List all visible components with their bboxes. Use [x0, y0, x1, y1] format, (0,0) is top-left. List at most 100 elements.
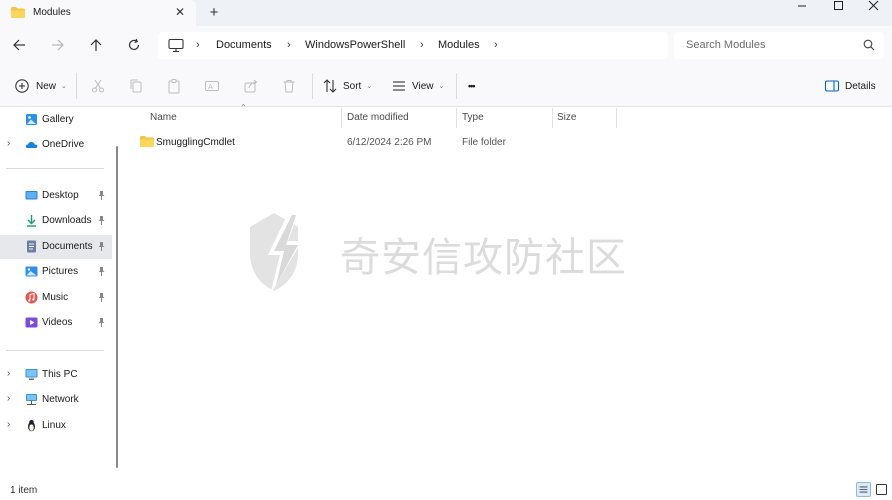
linux-icon	[28, 419, 35, 432]
view-button[interactable]: View ⌄	[391, 76, 444, 96]
view-label: View	[412, 80, 434, 92]
this-pc-icon	[25, 369, 38, 380]
sidebar-item-label: Music	[42, 292, 69, 303]
toolbar-divider	[456, 73, 457, 99]
view-list-icon	[393, 81, 405, 91]
search-icon	[863, 39, 875, 51]
toolbar-divider	[312, 73, 313, 99]
tab-title: Modules	[33, 7, 71, 18]
column-separator[interactable]	[456, 108, 457, 128]
pin-icon[interactable]	[97, 241, 106, 252]
sidebar-item-label: Gallery	[42, 114, 74, 125]
new-tab-button[interactable]: +	[205, 4, 223, 22]
see-more-button[interactable]: •••	[468, 76, 476, 96]
column-header-size[interactable]: Size	[557, 112, 576, 128]
refresh-button[interactable]	[124, 35, 144, 55]
column-separator[interactable]	[552, 108, 553, 128]
navigation-pane: Gallery › OneDrive Desktop Downloads Doc…	[0, 108, 122, 480]
pin-icon[interactable]	[97, 215, 106, 226]
up-button[interactable]	[86, 35, 106, 55]
close-window-button[interactable]	[853, 0, 892, 14]
downloads-icon	[27, 215, 36, 227]
address-bar[interactable]: › Documents › WindowsPowerShell › Module…	[158, 32, 668, 59]
watermark-text: 奇安信攻防社区	[340, 235, 627, 281]
breadcrumb-separator[interactable]: ›	[420, 39, 424, 51]
chevron-down-icon: ⌄	[61, 83, 67, 90]
maximize-button[interactable]	[818, 0, 858, 14]
sidebar-item-downloads[interactable]: Downloads	[0, 209, 112, 233]
breadcrumb-windowspowershell[interactable]: WindowsPowerShell	[305, 39, 405, 51]
column-separator[interactable]	[616, 108, 617, 128]
music-icon	[25, 291, 38, 304]
table-row[interactable]: SmugglingCmdlet 6/12/2024 2:26 PM File f…	[134, 134, 604, 152]
column-separator[interactable]	[341, 108, 342, 128]
rename-icon: A	[205, 81, 219, 91]
sidebar-item-network[interactable]: › Network	[0, 388, 112, 412]
sidebar-scrollbar[interactable]	[116, 146, 118, 468]
sort-button[interactable]: Sort ⌄	[322, 76, 372, 96]
sidebar-item-linux[interactable]: › Linux	[0, 414, 112, 438]
sidebar-item-this-pc[interactable]: › This PC	[0, 363, 112, 387]
breadcrumb-separator[interactable]: ›	[196, 39, 200, 51]
videos-icon	[25, 317, 38, 328]
details-label: Details	[845, 80, 876, 92]
folder-icon	[140, 136, 154, 147]
sidebar-item-desktop[interactable]: Desktop	[0, 184, 112, 208]
sidebar-item-onedrive[interactable]: › OneDrive	[0, 133, 112, 157]
breadcrumb-separator[interactable]: ›	[287, 39, 291, 51]
chevron-right-icon[interactable]: ›	[7, 419, 10, 430]
cut-button[interactable]	[90, 76, 106, 96]
file-name: SmugglingCmdlet	[156, 137, 235, 148]
delete-button[interactable]	[281, 76, 297, 96]
pin-icon[interactable]	[97, 292, 106, 303]
clipboard-icon	[168, 79, 180, 94]
pin-icon[interactable]	[97, 266, 106, 277]
share-button[interactable]	[243, 76, 259, 96]
sidebar-item-music[interactable]: Music	[0, 286, 112, 310]
chevron-down-icon: ⌄	[366, 83, 373, 90]
breadcrumb-documents[interactable]: Documents	[216, 39, 272, 51]
column-header-date-modified[interactable]: Date modified	[347, 112, 409, 128]
rename-button[interactable]: A	[204, 76, 220, 96]
details-pane-button[interactable]: Details	[824, 76, 876, 96]
details-pane-icon	[824, 80, 840, 92]
tiles-view-button[interactable]	[874, 482, 889, 497]
column-header-type[interactable]: Type	[462, 112, 484, 128]
sidebar-item-label: Pictures	[42, 266, 79, 277]
paste-button[interactable]	[166, 76, 182, 96]
sidebar-item-videos[interactable]: Videos	[0, 311, 112, 335]
tab-modules[interactable]: Modules ✕	[0, 0, 196, 26]
breadcrumb-modules[interactable]: Modules	[438, 39, 480, 51]
breadcrumb-separator[interactable]: ›	[494, 39, 498, 51]
sort-label: Sort	[343, 80, 362, 92]
sidebar-item-gallery[interactable]: Gallery	[0, 108, 112, 132]
pin-icon[interactable]	[97, 190, 106, 201]
column-header-name[interactable]: Name	[150, 112, 177, 128]
monitor-icon	[168, 38, 184, 53]
sidebar-item-label: Documents	[42, 241, 93, 252]
close-tab-button[interactable]: ✕	[173, 5, 187, 19]
plus-circle-icon	[15, 79, 29, 93]
sidebar-item-label: OneDrive	[42, 139, 85, 150]
copy-button[interactable]	[128, 76, 144, 96]
minimize-button[interactable]	[782, 0, 822, 14]
details-view-button[interactable]	[856, 482, 871, 497]
chevron-right-icon[interactable]: ›	[7, 393, 10, 404]
new-button[interactable]: New ⌄	[14, 76, 67, 96]
forward-button[interactable]	[48, 35, 68, 55]
chevron-right-icon[interactable]: ›	[7, 138, 10, 149]
back-button[interactable]	[9, 35, 29, 55]
refresh-icon	[128, 38, 140, 51]
tab-bar: Modules ✕ +	[0, 0, 892, 26]
sidebar-item-pictures[interactable]: Pictures	[0, 260, 112, 284]
search-input[interactable]: Search Modules	[674, 32, 884, 59]
onedrive-icon	[25, 141, 38, 148]
file-type: File folder	[462, 137, 506, 148]
pin-icon[interactable]	[97, 317, 106, 328]
chevron-right-icon[interactable]: ›	[7, 368, 10, 379]
arrow-left-icon	[13, 39, 25, 51]
pictures-icon	[25, 266, 38, 277]
sidebar-item-label: Videos	[42, 317, 73, 328]
chevron-down-icon: ⌄	[438, 83, 445, 90]
sidebar-item-documents[interactable]: Documents	[0, 235, 112, 259]
